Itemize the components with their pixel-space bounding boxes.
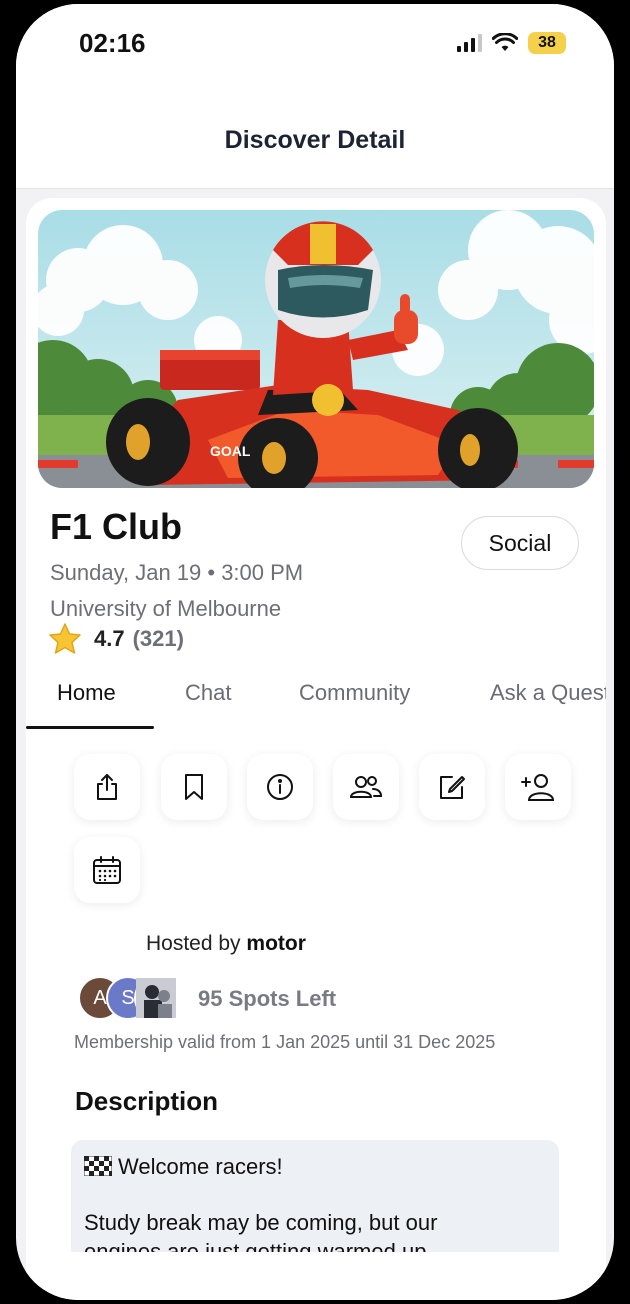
share-button[interactable] — [74, 754, 140, 820]
description-line: Welcome racers! — [84, 1154, 283, 1180]
rating: 4.7 (321) — [48, 622, 184, 656]
category-button[interactable]: Social — [461, 516, 579, 570]
tab-chat[interactable]: Chat — [185, 680, 231, 706]
description-line-2: Study break may be coming, but our — [84, 1210, 438, 1235]
bookmark-icon — [185, 774, 203, 800]
wifi-icon — [492, 33, 518, 51]
calendar-button[interactable] — [74, 837, 140, 903]
edit-button[interactable] — [419, 754, 485, 820]
edit-icon — [440, 776, 465, 799]
membership-validity: Membership valid from 1 Jan 2025 until 3… — [74, 1032, 496, 1052]
spots-left: 95 Spots Left — [198, 986, 337, 1011]
hosted-by-prefix: Hosted by — [146, 932, 241, 955]
add-person-button[interactable] — [505, 754, 571, 820]
share-icon — [97, 774, 117, 800]
attendee-avatars[interactable]: A S — [78, 976, 188, 1020]
signal-icon — [457, 34, 482, 52]
host-name[interactable]: motor — [246, 932, 306, 955]
tab-home[interactable]: Home — [57, 680, 116, 706]
info-button[interactable] — [247, 754, 313, 820]
page-title: Discover Detail — [224, 126, 406, 154]
tab-bar: Home Chat Community Ask a Question — [26, 668, 606, 732]
battery-indicator: 38 — [528, 32, 566, 54]
star-icon — [49, 623, 81, 654]
active-tab-indicator — [26, 726, 154, 729]
hero-image: GOAL — [38, 210, 594, 488]
bookmark-button[interactable] — [161, 754, 227, 820]
status-bar: 02:16 38 — [16, 4, 614, 88]
rating-value: 4.7 — [94, 626, 125, 651]
tab-ask-a-question[interactable]: Ask a Question — [490, 680, 606, 706]
tab-community[interactable]: Community — [299, 680, 410, 706]
rating-count: (321) — [132, 626, 184, 651]
calendar-icon — [93, 856, 121, 884]
hosted-by: Hosted by motor — [146, 932, 306, 956]
description-box: Welcome racers! Study break may be comin… — [71, 1140, 559, 1252]
checkered-flag-icon — [84, 1156, 112, 1176]
detail-card: GOAL F1 Club Social Sunday, Jan 19 • 3:0… — [26, 198, 606, 1300]
nav-bar: Discover Detail — [16, 88, 614, 189]
members-icon — [349, 776, 383, 798]
description-heading: Description — [75, 1086, 219, 1116]
info-icon — [267, 774, 293, 800]
add-person-icon — [521, 774, 555, 801]
phone-screen: 02:16 38 Discover Detail GOAL F1 Club So… — [16, 4, 614, 1300]
event-location: University of Melbourne — [50, 596, 282, 621]
description-line-3: engines are just getting warmed up — [84, 1239, 427, 1252]
members-button[interactable] — [333, 754, 399, 820]
svg-text:GOAL: GOAL — [210, 443, 251, 459]
event-date: Sunday, Jan 19 • 3:00 PM — [50, 560, 304, 585]
club-name: F1 Club — [50, 506, 182, 547]
status-time: 02:16 — [79, 28, 146, 58]
description-line-1: Welcome racers! — [118, 1154, 283, 1179]
avatar-photo — [134, 976, 178, 1020]
status-icons: 38 — [457, 32, 566, 54]
